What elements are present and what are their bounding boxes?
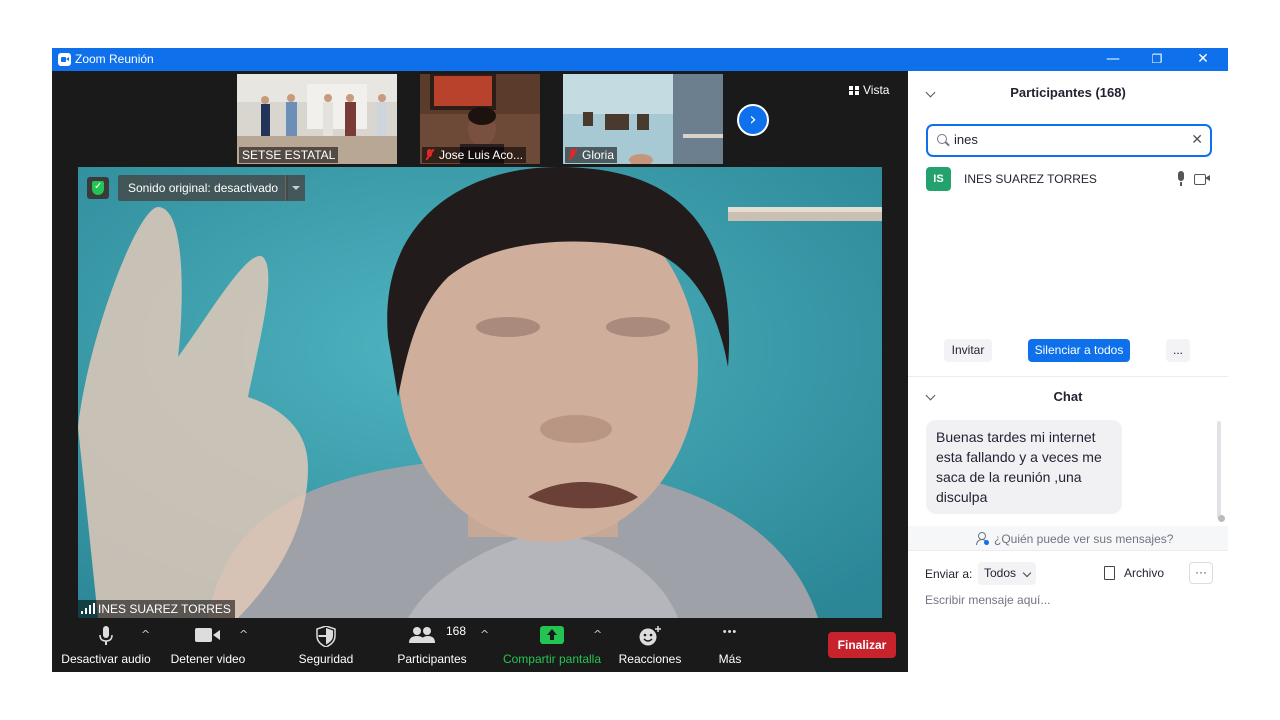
audio-options-caret[interactable]: ^: [141, 628, 150, 641]
active-speaker-video: Sonido original: desactivado INES SUAREZ…: [78, 167, 882, 618]
meeting-toolbar: Desactivar audio ^ Detener video ^ Segur…: [52, 618, 908, 672]
participants-panel-title: Participantes (168): [1010, 85, 1126, 100]
mute-all-button[interactable]: Silenciar a todos: [1028, 339, 1130, 362]
muted-mic-icon: [425, 149, 435, 160]
share-options-caret[interactable]: ^: [593, 628, 602, 641]
chat-scrollbar-thumb[interactable]: [1218, 515, 1225, 522]
avatar: IS: [926, 167, 951, 191]
invite-button[interactable]: Invitar: [944, 339, 992, 362]
chat-message: Buenas tardes mi internet esta fallando …: [926, 420, 1122, 514]
end-meeting-button[interactable]: Finalizar: [828, 632, 896, 658]
more-options-button[interactable]: ••• Más: [702, 618, 758, 672]
participants-more-button[interactable]: ...: [1166, 339, 1190, 362]
microphone-icon: [99, 626, 113, 645]
participants-button[interactable]: 168 Participantes: [388, 618, 476, 672]
signal-bars-icon: [81, 603, 95, 614]
zoom-app-icon: [58, 53, 71, 66]
original-sound-dropdown[interactable]: [285, 175, 305, 201]
participant-name: INES SUAREZ TORRES: [964, 172, 1097, 186]
original-sound-toggle[interactable]: Sonido original: desactivado: [118, 175, 289, 201]
search-icon: [937, 134, 949, 146]
close-window-button[interactable]: ✕: [1180, 48, 1226, 71]
mute-audio-button[interactable]: Desactivar audio: [58, 618, 154, 672]
minimize-button[interactable]: —: [1090, 48, 1136, 71]
side-panel: Participantes (168) ✕ IS INES SUAREZ TOR…: [908, 71, 1228, 672]
reactions-smiley-icon: [639, 626, 661, 646]
thumbnail-setse[interactable]: SETSE ESTATAL: [237, 74, 397, 164]
reactions-button[interactable]: Reacciones: [612, 618, 688, 672]
muted-mic-icon: [568, 149, 578, 160]
security-button[interactable]: Seguridad: [286, 618, 366, 672]
panel-divider: [908, 550, 1228, 551]
participants-options-caret[interactable]: ^: [480, 628, 489, 641]
who-can-see-link[interactable]: ¿Quién puede ver sus mensajes?: [994, 532, 1173, 546]
participant-row[interactable]: IS INES SUAREZ TORRES: [926, 167, 1216, 191]
security-shield-icon: [316, 626, 336, 647]
thumbnail-label: Jose Luis Aco...: [422, 147, 527, 163]
thumbnail-label: Gloria: [565, 147, 618, 163]
send-to-label: Enviar a:: [925, 567, 973, 581]
chat-message-input[interactable]: [925, 593, 1215, 607]
microphone-icon: [1176, 171, 1186, 187]
more-dots-icon: •••: [722, 626, 738, 638]
video-camera-icon: [195, 628, 220, 642]
thumbnail-jose-luis[interactable]: Jose Luis Aco...: [420, 74, 540, 164]
stop-video-button[interactable]: Detener video: [160, 618, 256, 672]
meeting-stage: SETSE ESTATAL Jose Luis Aco... Gloria › …: [52, 71, 908, 672]
encryption-shield-icon[interactable]: [87, 177, 109, 199]
video-camera-icon: [1194, 173, 1210, 185]
who-can-see-strip[interactable]: ¿Quién puede ver sus mensajes?: [908, 526, 1228, 550]
participants-icon: [409, 627, 435, 643]
zoom-window: Zoom Reunión — ❐ ✕ SETSE ESTATAL Jose Lu…: [52, 48, 1228, 672]
restore-button[interactable]: ❐: [1134, 48, 1180, 71]
send-to-dropdown[interactable]: Todos: [978, 562, 1037, 585]
speaker-name-label: INES SUAREZ TORRES: [78, 600, 235, 618]
share-screen-button[interactable]: Compartir pantalla: [500, 618, 604, 672]
grid-view-icon: [849, 86, 859, 95]
participant-search-input[interactable]: [954, 132, 1174, 147]
chat-panel-title: Chat: [1053, 389, 1083, 404]
chat-more-button[interactable]: ···: [1189, 562, 1213, 584]
chat-scrollbar[interactable]: [1217, 421, 1221, 519]
thumbnail-gloria[interactable]: Gloria: [563, 74, 723, 164]
view-button[interactable]: Vista: [849, 83, 889, 97]
participants-count: 168: [446, 624, 467, 638]
panel-divider: [908, 376, 1228, 377]
next-thumbnails-button[interactable]: ›: [737, 104, 769, 136]
clear-search-icon[interactable]: ✕: [1191, 132, 1203, 148]
share-screen-icon: [540, 626, 564, 644]
file-icon: [1104, 566, 1115, 580]
title-bar: Zoom Reunión — ❐ ✕: [52, 48, 1228, 71]
info-dot-icon: [984, 540, 989, 545]
participant-search-box[interactable]: ✕: [926, 124, 1212, 157]
thumbnail-label: SETSE ESTATAL: [239, 147, 339, 163]
window-title: Zoom Reunión: [75, 52, 154, 66]
video-options-caret[interactable]: ^: [239, 628, 248, 641]
file-button[interactable]: Archivo: [1104, 566, 1164, 580]
speaker-video-frame: [78, 167, 882, 618]
